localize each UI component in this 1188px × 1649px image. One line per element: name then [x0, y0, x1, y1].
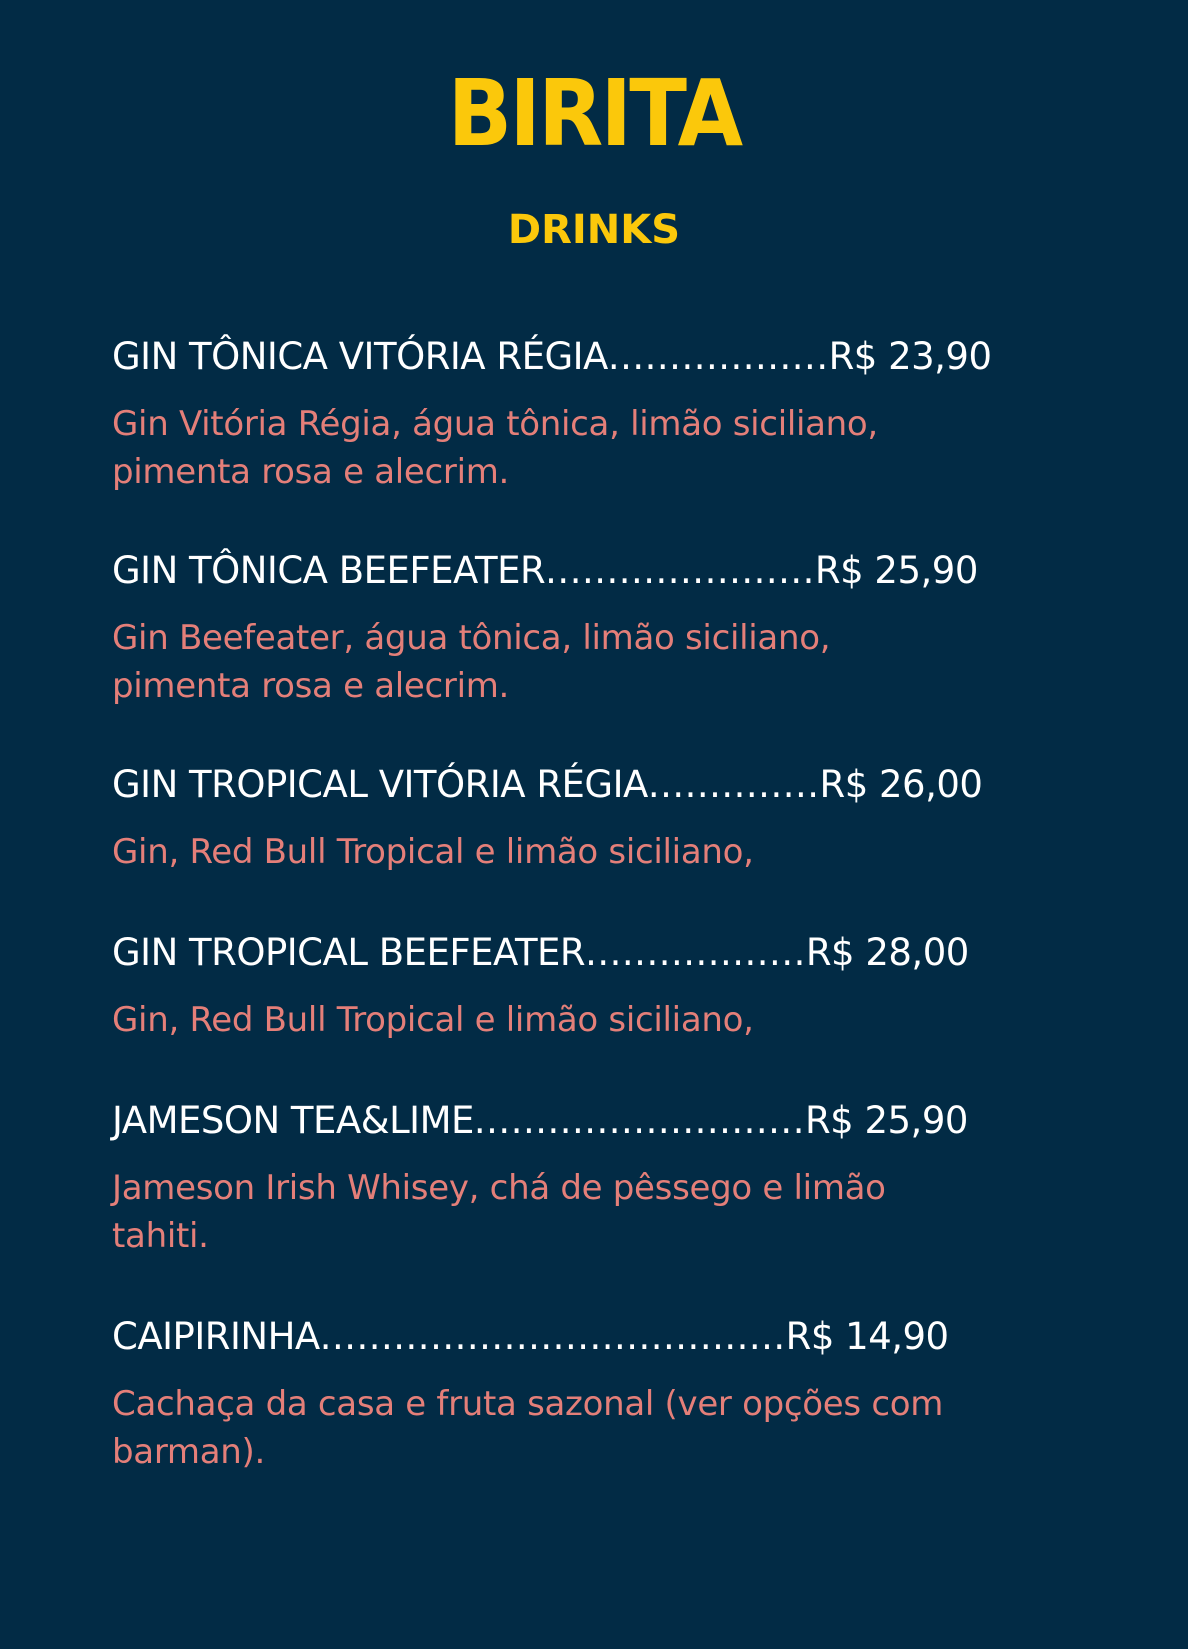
menu-item-title-line: GIN TÔNICA BEEFEATER....................… — [112, 548, 1072, 594]
menu-item-title-line: CAIPIRINHA..............................… — [112, 1314, 1072, 1360]
menu-item-price: R$ 25,90 — [814, 549, 978, 592]
menu-item-price: R$ 23,90 — [828, 335, 992, 378]
menu-item-price: R$ 28,00 — [805, 931, 969, 974]
menu-item-name: GIN TROPICAL VITÓRIA RÉGIA — [112, 763, 648, 806]
menu-item-title-line: GIN TROPICAL BEEFEATER..................… — [112, 930, 1072, 976]
menu-item-title-line: GIN TROPICAL VITÓRIA RÉGIA..............… — [112, 762, 1072, 808]
menu-item-leader-dots: .................. — [585, 931, 806, 974]
menu-item-description: Gin Vitória Régia, água tônica, limão si… — [112, 404, 878, 492]
menu-item-description: Gin, Red Bull Tropical e limão siciliano… — [112, 832, 754, 872]
menu-item-name: GIN TROPICAL BEEFEATER — [112, 931, 586, 974]
brand-logo: BIRITA — [447, 60, 744, 167]
menu-page: BIRITA DRINKS GIN TÔNICA VITÓRIA RÉGIA..… — [0, 0, 1188, 1649]
section-title: DRINKS — [507, 207, 681, 253]
menu-item-name: GIN TÔNICA BEEFEATER — [112, 549, 546, 592]
menu-item: GIN TÔNICA VITÓRIA RÉGIA................… — [112, 334, 1072, 496]
menu-item-description: Gin, Red Bull Tropical e limão siciliano… — [112, 1000, 754, 1040]
menu-item-leader-dots: ...................................... — [319, 1315, 786, 1358]
menu-item-leader-dots: .................. — [607, 335, 829, 378]
menu-item: GIN TROPICAL BEEFEATER..................… — [112, 930, 1072, 1044]
menu-item: GIN TÔNICA BEEFEATER....................… — [112, 548, 1072, 710]
menu-item-leader-dots: ...................... — [545, 549, 815, 592]
menu-item-price: R$ 14,90 — [785, 1315, 949, 1358]
menu-item-title-line: JAMESON TEA&LIME........................… — [112, 1098, 1072, 1144]
menu-item-title-line: GIN TÔNICA VITÓRIA RÉGIA................… — [112, 334, 1072, 380]
menu-item-name: JAMESON TEA&LIME — [112, 1099, 474, 1142]
menu-item-leader-dots: .............. — [647, 763, 820, 806]
menu-item-name: GIN TÔNICA VITÓRIA RÉGIA — [112, 335, 608, 378]
menu-item-name: CAIPIRINHA — [112, 1315, 320, 1358]
menu-item: GIN TROPICAL VITÓRIA RÉGIA..............… — [112, 762, 1072, 876]
menu-item-leader-dots: ........................... — [473, 1099, 805, 1142]
menu-item-description: Jameson Irish Whisey, chá de pêssego e l… — [112, 1168, 886, 1256]
menu-item: JAMESON TEA&LIME........................… — [112, 1098, 1072, 1260]
menu-item: CAIPIRINHA..............................… — [112, 1314, 1072, 1476]
menu-item-description: Gin Beefeater, água tônica, limão sicili… — [112, 618, 831, 706]
menu-item-price: R$ 25,90 — [804, 1099, 968, 1142]
menu-item-price: R$ 26,00 — [819, 763, 983, 806]
menu-item-description: Cachaça da casa e fruta sazonal (ver opç… — [112, 1384, 944, 1472]
